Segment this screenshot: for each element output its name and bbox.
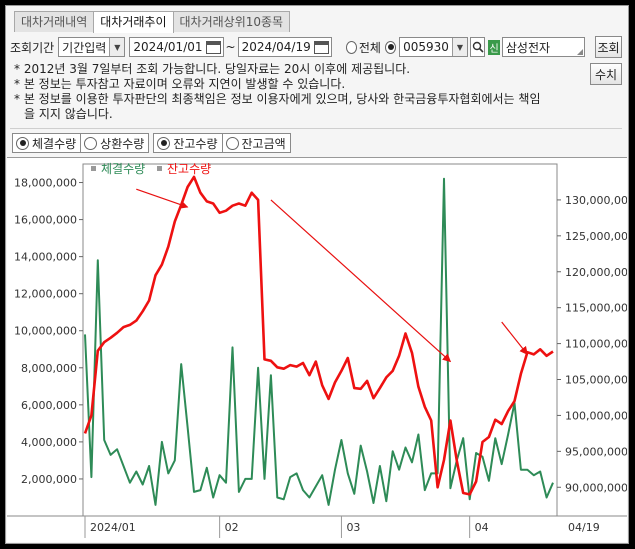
left-axis-tick-label: 8,000,000 <box>21 362 77 375</box>
right-axis-tick-label: 130,000,000 <box>565 194 627 207</box>
legend-label: 잔고수량 <box>167 162 211 176</box>
option-executed-qty[interactable]: 체결수량 <box>12 133 82 153</box>
x-axis-tick-label: 2024/01 <box>90 521 136 534</box>
trend-chart: 2,000,000 4,000,000 6,000,000 8,000,000 10,0… <box>7 157 635 542</box>
notice-line: * 본 정보를 이용한 투자판단의 최종책임은 정보 이용자에게 있으며, 당사… <box>14 92 541 106</box>
notice-line: * 본 정보는 투자참고 자료이며 오류와 지연이 발생할 수 있습니다. <box>14 77 346 91</box>
x-axis-tick-label: 03 <box>346 521 360 534</box>
tab-lending-trend[interactable]: 대차거래추이 <box>93 11 174 33</box>
radio-executed-qty[interactable] <box>16 136 29 150</box>
notice-text: * 2012년 3월 7일부터 조회 가능합니다. 당일자료는 20시 이후에 … <box>14 62 574 122</box>
left-axis-tick-label: 18,000,000 <box>14 177 77 190</box>
option-label: 체결수량 <box>32 136 77 151</box>
left-axis-tick-label: 6,000,000 <box>21 399 77 412</box>
option-label: 잔고금액 <box>241 136 286 151</box>
plot-area <box>82 163 558 517</box>
legend-marker <box>157 166 162 171</box>
option-repaid-qty[interactable]: 상환수량 <box>80 133 150 153</box>
chevron-down-icon[interactable]: ▼ <box>109 38 125 56</box>
legend-label: 체결수량 <box>101 162 145 176</box>
end-date-field[interactable]: 2024/04/19 <box>237 37 332 57</box>
x-axis-tick-label: 04 <box>475 521 489 534</box>
chevron-down-icon[interactable]: ▼ <box>451 38 467 56</box>
notice-line: 을 지지 않습니다. <box>24 107 113 121</box>
divider <box>10 128 622 129</box>
query-toolbar: 조회기간 기간입력 ▼ 2024/01/01 ~ 2024/04/19 전체 0… <box>10 36 622 58</box>
option-balance-qty[interactable]: 잔고수량 <box>153 133 223 153</box>
x-axis-tick-label: 02 <box>225 521 239 534</box>
resize-corner-icon <box>577 49 584 55</box>
left-axis-tick-label: 2,000,000 <box>21 473 77 486</box>
right-axis-tick-label: 90,000,000 <box>565 481 627 494</box>
right-axis-tick-label: 110,000,000 <box>565 338 627 351</box>
calendar-icon[interactable] <box>313 40 329 54</box>
start-date-field[interactable]: 2024/01/01 <box>129 37 224 57</box>
right-axis-tick-label: 120,000,000 <box>565 266 627 279</box>
query-button[interactable]: 조회 <box>595 36 622 58</box>
left-axis-tick-label: 12,000,000 <box>14 288 77 301</box>
start-date-value: 2024/01/01 <box>133 40 203 54</box>
right-axis-tick-label: 125,000,000 <box>565 230 627 243</box>
tab-lending-history[interactable]: 대차거래내역 <box>14 11 95 32</box>
date-separator: ~ <box>225 40 236 54</box>
right-axis-tick-label: 105,000,000 <box>565 374 627 387</box>
all-radio-label: 전체 <box>358 40 381 55</box>
stock-code-select[interactable]: 005930 ▼ <box>399 37 468 57</box>
stock-radio[interactable] <box>384 40 397 54</box>
left-axis-tick-label: 10,000,000 <box>14 325 77 338</box>
stock-name-field[interactable]: 삼성전자 <box>501 37 586 57</box>
option-balance-amount[interactable]: 잔고금액 <box>221 133 291 153</box>
period-mode-value: 기간입력 <box>62 40 107 55</box>
calendar-icon[interactable] <box>205 40 221 54</box>
series-options: 체결수량 상환수량 잔고수량 잔고금액 <box>12 133 291 153</box>
left-axis-tick-label: 14,000,000 <box>14 251 77 264</box>
credit-badge: 신 <box>488 39 500 55</box>
period-mode-select[interactable]: 기간입력 ▼ <box>58 37 126 57</box>
stock-name-value: 삼성전자 <box>505 40 551 55</box>
chart-svg: 2,000,000 4,000,000 6,000,000 8,000,000 10,0… <box>7 162 635 538</box>
end-date-value: 2024/04/19 <box>241 40 311 54</box>
radio-balance-amount[interactable] <box>225 136 239 150</box>
app-window: 대차거래내역 대차거래추이 대차거래상위10종목 조회기간 기간입력 ▼ 202… <box>5 5 635 544</box>
radio-repaid-qty[interactable] <box>84 136 98 150</box>
left-axis-tick-label: 16,000,000 <box>14 214 77 227</box>
notice-line: * 2012년 3월 7일부터 조회 가능합니다. 당일자료는 20시 이후에 … <box>14 62 411 76</box>
left-axis-tick-label: 4,000,000 <box>21 436 77 449</box>
option-label: 상환수량 <box>100 136 145 151</box>
right-axis-tick-label: 95,000,000 <box>565 445 627 458</box>
search-icon <box>472 41 484 53</box>
x-axis-tick-label: 04/19 <box>568 521 600 534</box>
period-label: 조회기간 <box>10 40 55 55</box>
option-label: 잔고수량 <box>173 136 218 151</box>
tab-bar: 대차거래내역 대차거래추이 대차거래상위10종목 <box>14 11 291 33</box>
values-button[interactable]: 수치 <box>590 63 622 85</box>
legend-marker <box>91 166 96 171</box>
right-axis-tick-label: 100,000,000 <box>565 409 627 422</box>
radio-balance-qty[interactable] <box>157 136 171 150</box>
tab-lending-top10[interactable]: 대차거래상위10종목 <box>172 11 291 32</box>
search-button[interactable] <box>469 37 486 57</box>
all-radio[interactable] <box>345 40 357 54</box>
stock-code-value: 005930 <box>403 40 449 54</box>
right-axis-tick-label: 115,000,000 <box>565 302 627 315</box>
